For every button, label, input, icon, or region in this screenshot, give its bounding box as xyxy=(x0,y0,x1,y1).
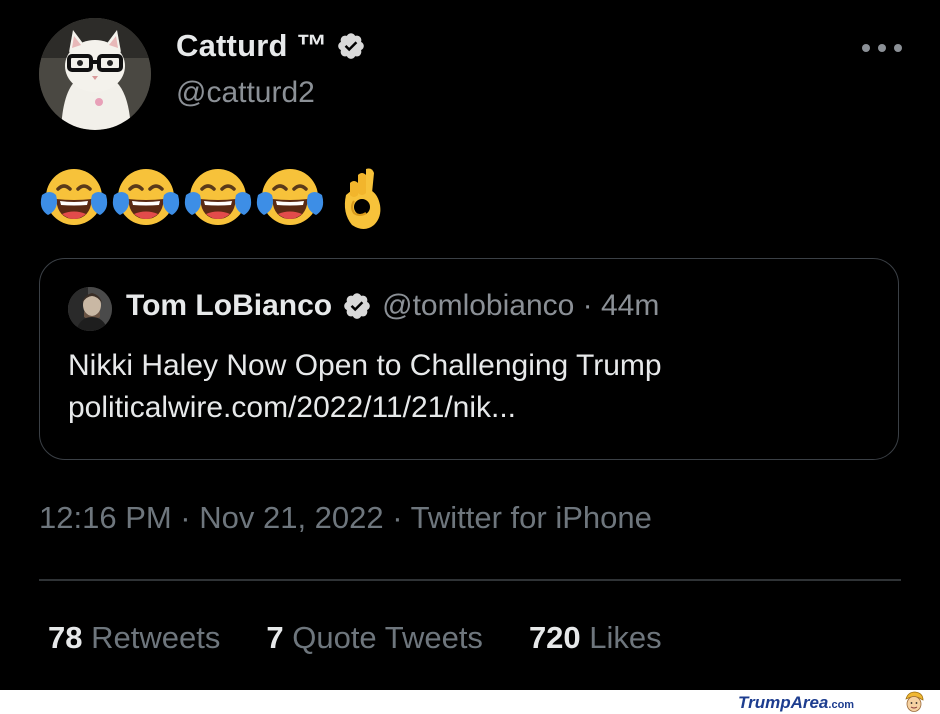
quotes-label: Quote Tweets xyxy=(292,620,483,655)
tweet-card: Catturd ™ @catturd2 Tom LoBianco @tomlob… xyxy=(0,0,940,690)
quoted-tweet-card[interactable]: Tom LoBianco @tomlobianco · 44m Nikki Ha… xyxy=(39,258,899,460)
divider xyxy=(39,579,901,581)
tweet-timestamp[interactable]: 12:16 PM · Nov 21, 2022 · Twitter for iP… xyxy=(39,500,652,536)
author-name-row: Catturd ™ xyxy=(176,28,366,64)
quoted-author-name[interactable]: Tom LoBianco xyxy=(126,289,332,323)
likes-count: 720 xyxy=(528,620,581,655)
verified-badge-icon xyxy=(344,293,370,319)
ok-hand-icon xyxy=(344,168,381,229)
author-handle[interactable]: @catturd2 xyxy=(176,76,315,110)
retweets-label: Retweets xyxy=(91,620,221,655)
likes-stat[interactable]: 720 Likes xyxy=(529,620,662,656)
quoted-avatar-image xyxy=(68,287,112,331)
retweets-count: 78 xyxy=(48,620,83,655)
cat-avatar-image xyxy=(39,18,151,130)
watermark-brand-name: TrumpArea xyxy=(738,693,829,712)
quoted-text-line: Nikki Haley Now Open to Challenging Trum… xyxy=(68,349,662,382)
quoted-link[interactable]: politicalwire.com/2022/11/21/nik... xyxy=(68,387,662,429)
tweet-text xyxy=(40,164,396,234)
quoted-header: Tom LoBianco @tomlobianco · 44m xyxy=(126,289,659,323)
face-with-tears-of-joy-icon xyxy=(256,169,324,225)
verified-badge-icon xyxy=(337,33,364,59)
author-avatar[interactable] xyxy=(39,18,151,130)
quoted-author-avatar[interactable] xyxy=(68,287,112,331)
likes-label: Likes xyxy=(589,620,662,655)
face-with-tears-of-joy-icon xyxy=(184,169,252,225)
quote-tweets-stat[interactable]: 7 Quote Tweets xyxy=(266,620,483,656)
retweets-stat[interactable]: 78 Retweets xyxy=(48,620,220,656)
watermark-logo-icon xyxy=(905,691,924,712)
watermark-bar: TrumpArea.com xyxy=(0,690,940,714)
face-with-tears-of-joy-icon xyxy=(40,169,108,225)
face-with-tears-of-joy-icon xyxy=(112,169,180,225)
more-dot xyxy=(862,44,870,52)
quoted-handle-time: @tomlobianco · 44m xyxy=(382,289,660,322)
quotes-count: 7 xyxy=(266,620,284,655)
tweet-stats: 78 Retweets 7 Quote Tweets 720 Likes xyxy=(48,620,708,656)
more-dot xyxy=(894,44,902,52)
more-options-icon[interactable] xyxy=(862,36,902,60)
author-display-name[interactable]: Catturd ™ xyxy=(176,28,328,64)
quoted-tweet-text: Nikki Haley Now Open to Challenging Trum… xyxy=(68,345,662,429)
watermark-suffix: .com xyxy=(828,699,855,711)
watermark-brand: TrumpArea.com xyxy=(738,693,854,713)
more-dot xyxy=(878,44,886,52)
